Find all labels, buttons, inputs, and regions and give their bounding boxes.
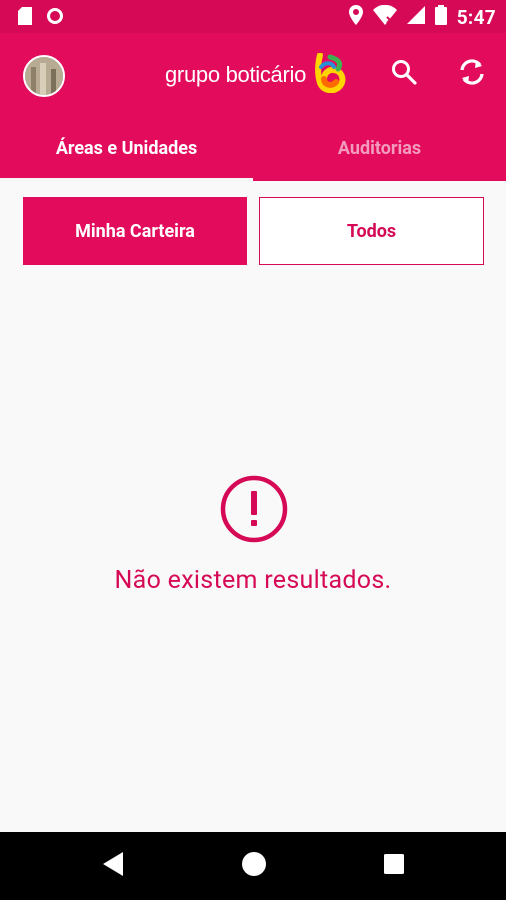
wifi-icon [372,4,397,29]
refresh-icon [457,57,487,91]
alert-circle-icon [220,475,288,543]
brand-mark-icon [312,52,346,97]
tab-bar: Áreas e Unidades Auditorias [0,115,506,181]
sd-card-icon [18,7,32,29]
brand-logo-text: grupo boticário [165,62,307,87]
brand-logo: grupo boticário [165,52,346,97]
refresh-button[interactable] [456,58,488,90]
tab-areas-e-unidades[interactable]: Áreas e Unidades [0,115,253,181]
avatar[interactable] [23,55,65,97]
notification-circle-icon [46,7,64,29]
search-icon [391,59,417,89]
todos-button[interactable]: Todos [259,197,484,265]
battery-icon [434,5,447,29]
status-bar: 5:47 [0,0,506,33]
tab-label: Auditorias [337,137,422,159]
back-icon [101,851,125,881]
recents-icon [383,853,405,879]
recents-button[interactable] [380,852,408,880]
system-nav-bar [0,832,506,900]
tab-label: Áreas e Unidades [55,137,198,159]
cell-signal-icon [406,6,425,28]
location-pin-icon [348,5,363,29]
back-button[interactable] [99,852,127,880]
home-button[interactable] [240,852,268,880]
tab-auditorias[interactable]: Auditorias [253,115,506,181]
clock: 5:47 [456,5,496,29]
minha-carteira-button[interactable]: Minha Carteira [23,197,247,265]
app-bar: grupo boticário [0,33,506,115]
empty-state-message: Não existem resultados. [114,566,392,595]
search-button[interactable] [388,58,420,90]
home-icon [241,851,267,881]
